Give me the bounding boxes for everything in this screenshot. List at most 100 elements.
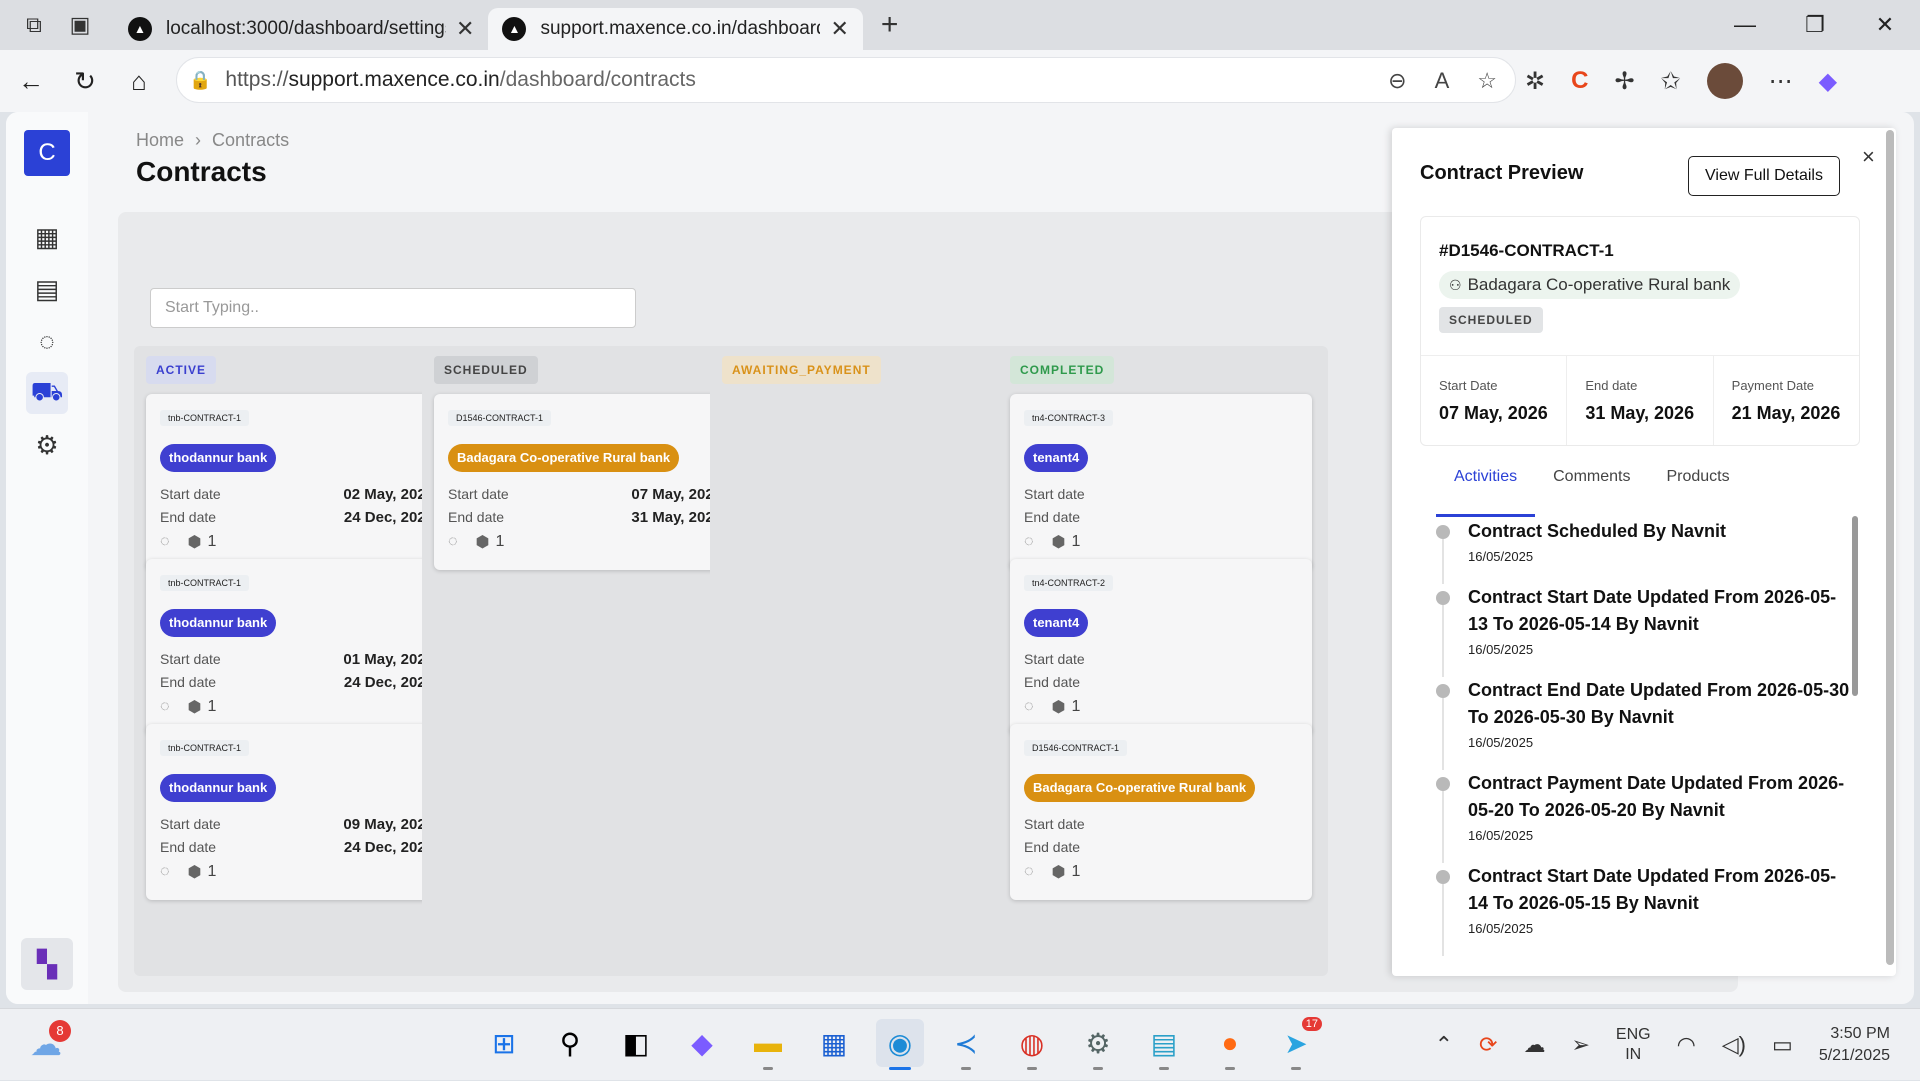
timeline-dot-icon [1436, 870, 1450, 884]
tenant-chip: ⚇ Badagara Co-operative Rural bank [1439, 271, 1741, 299]
timeline-line [1442, 791, 1444, 863]
window-controls: — ❐ ✕ [1710, 0, 1920, 50]
chevron-right-icon: › [195, 130, 202, 150]
activity-timeline: Contract Scheduled By Navnit 16/05/2025 Co… [1436, 518, 1856, 956]
store-icon[interactable]: ▦ [810, 1019, 858, 1067]
date-value: 07 May, 2026 [1439, 403, 1548, 423]
settings-gear-icon[interactable]: ⚙ [26, 424, 68, 466]
chrome-icon[interactable]: ◍ [1008, 1019, 1056, 1070]
weather-badge: 8 [49, 1020, 71, 1042]
tab-actions-icon[interactable]: ▣ [60, 5, 100, 45]
dashboard-grid-icon[interactable]: ▦ [26, 216, 68, 258]
copilot-icon[interactable]: ◆ [1819, 67, 1837, 96]
page-scrollbar[interactable] [1886, 130, 1894, 965]
telegram-icon[interactable]: ➤ 17 [1272, 1017, 1322, 1070]
activity-item: Contract Start Date Updated From 2026-05… [1436, 584, 1856, 677]
region-code: IN [1625, 1046, 1642, 1063]
url-actions: ⊖ A ☆ [1388, 58, 1497, 104]
c-extension-icon[interactable]: C [1571, 67, 1588, 95]
profile-avatar[interactable] [1706, 63, 1743, 99]
windows-start-icon[interactable]: ⊞ [480, 1019, 528, 1067]
vscode-icon[interactable]: ≺ [942, 1019, 990, 1070]
task-view-icon[interactable]: ◧ [612, 1019, 660, 1067]
extensions-bar: ✲ C ✢ ✩ ⋯ ◆ [1525, 50, 1837, 112]
activity-text: Contract End Date Updated From 2026-05-3… [1468, 680, 1850, 727]
user-icon: ⚇ [1449, 277, 1462, 293]
timeline-line [1442, 605, 1444, 677]
tenant-name: Badagara Co-operative Rural bank [1467, 275, 1731, 294]
document-icon[interactable]: ▤ [26, 268, 68, 310]
refresh-icon[interactable]: ↻ [58, 54, 112, 108]
new-tab-icon[interactable]: + [881, 8, 899, 42]
copilot-app-icon[interactable]: ◆ [678, 1019, 726, 1067]
close-window-icon[interactable]: ✕ [1850, 0, 1920, 50]
minimize-icon[interactable]: — [1710, 0, 1780, 50]
favorite-star-icon[interactable]: ☆ [1477, 68, 1497, 94]
read-aloud-icon[interactable]: A [1435, 68, 1450, 94]
chat-icon[interactable]: ◌ [26, 320, 68, 362]
workspaces-icon[interactable]: ⧉ [14, 5, 54, 45]
contract-id: #D1546-CONTRACT-1 [1439, 241, 1614, 260]
tab-activities[interactable]: Activities [1436, 468, 1536, 517]
activity-item: Contract Start Date Updated From 2026-05… [1436, 863, 1856, 956]
clock[interactable]: 3:50 PM 5/21/2025 [1819, 1023, 1890, 1067]
battery-icon[interactable]: ▭ [1772, 1032, 1793, 1058]
end-date-cell: End date 31 May, 2026 [1567, 356, 1714, 445]
tab-comments[interactable]: Comments [1535, 468, 1648, 517]
taskbar-apps: ⊞ ⚲ ◧ ◆ ▬ ▦ ◉ ≺ ◍ ⚙ ▤ ● ➤ 17 [480, 1017, 1322, 1070]
lang-code: ENG [1615, 1026, 1651, 1043]
zoom-out-icon[interactable]: ⊖ [1388, 68, 1406, 94]
view-full-details-button[interactable]: View Full Details [1688, 156, 1840, 196]
app-logo[interactable]: C [24, 130, 70, 176]
chevron-up-icon[interactable]: ⌃ [1435, 1032, 1453, 1058]
lock-icon[interactable]: 🔒 [189, 70, 211, 91]
contract-preview-panel: Contract Preview View Full Details × #D1… [1392, 128, 1896, 976]
firefox-icon[interactable]: ● [1206, 1019, 1254, 1070]
breadcrumb-home[interactable]: Home [136, 130, 184, 150]
tab-settings[interactable]: ▲ localhost:3000/dashboard/settings ✕ [114, 8, 488, 50]
close-tab-icon[interactable]: ✕ [456, 16, 474, 42]
date-label: End date [1585, 378, 1638, 393]
extensions-puzzle-icon[interactable]: ✢ [1614, 67, 1634, 96]
activity-date: 16/05/2025 [1468, 642, 1534, 657]
telegram-badge: 17 [1301, 1017, 1322, 1031]
restore-icon[interactable]: ❐ [1780, 0, 1850, 50]
more-menu-icon[interactable]: ⋯ [1769, 67, 1793, 96]
file-explorer-icon[interactable]: ▬ [744, 1019, 792, 1070]
close-tab-icon[interactable]: ✕ [830, 16, 848, 42]
clock-date: 5/21/2025 [1818, 1047, 1890, 1064]
tab-title: support.maxence.co.in/dashboard/contract… [540, 18, 820, 39]
search-icon[interactable]: ⚲ [546, 1019, 594, 1067]
location-icon[interactable]: ➢ [1571, 1032, 1589, 1058]
start-date-cell: Start Date 07 May, 2026 [1421, 356, 1568, 445]
notepad-icon[interactable]: ▤ [1140, 1019, 1188, 1070]
home-icon[interactable]: ⌂ [112, 54, 166, 108]
back-icon[interactable]: ← [4, 54, 58, 108]
activity-date: 16/05/2025 [1468, 549, 1534, 564]
preview-title: Contract Preview [1420, 162, 1584, 184]
close-icon[interactable]: × [1862, 144, 1875, 170]
edge-browser-icon[interactable]: ◉ [876, 1019, 924, 1070]
cart-icon[interactable]: ⛟ [26, 372, 68, 414]
settings-app-icon[interactable]: ⚙ [1074, 1019, 1122, 1070]
date-value: 31 May, 2026 [1585, 403, 1695, 423]
activity-text: Contract Start Date Updated From 2026-05… [1468, 587, 1837, 634]
favorites-icon[interactable]: ✩ [1661, 67, 1681, 96]
activity-date: 16/05/2025 [1468, 735, 1534, 750]
org-icon[interactable]: ▚ [21, 938, 73, 990]
url-field[interactable]: 🔒 https://support.maxence.co.in/dashboar… [176, 57, 1516, 103]
url-path: /dashboard/contracts [499, 68, 696, 91]
volume-icon[interactable]: ◁) [1722, 1032, 1746, 1058]
activity-item: Contract Scheduled By Navnit 16/05/2025 [1436, 518, 1856, 584]
onedrive-icon[interactable]: ☁ [1523, 1032, 1545, 1058]
language-indicator[interactable]: ENG IN [1616, 1025, 1651, 1065]
tab-contracts[interactable]: ▲ support.maxence.co.in/dashboard/contra… [488, 8, 863, 50]
bug-extension-icon[interactable]: ✲ [1525, 67, 1545, 96]
windows-taskbar: ☁ 8 ⊞ ⚲ ◧ ◆ ▬ ▦ ◉ ≺ ◍ ⚙ ▤ ● ➤ 17 ⌃ ⟳ ☁ ➢ … [0, 1008, 1920, 1080]
sync-icon[interactable]: ⟳ [1479, 1032, 1497, 1058]
wifi-icon[interactable]: ◠ [1677, 1032, 1696, 1058]
tab-products[interactable]: Products [1648, 468, 1747, 517]
timeline-dot-icon [1436, 591, 1450, 605]
activity-item: Contract End Date Updated From 2026-05-3… [1436, 677, 1856, 770]
activity-scrollbar[interactable] [1852, 516, 1858, 696]
